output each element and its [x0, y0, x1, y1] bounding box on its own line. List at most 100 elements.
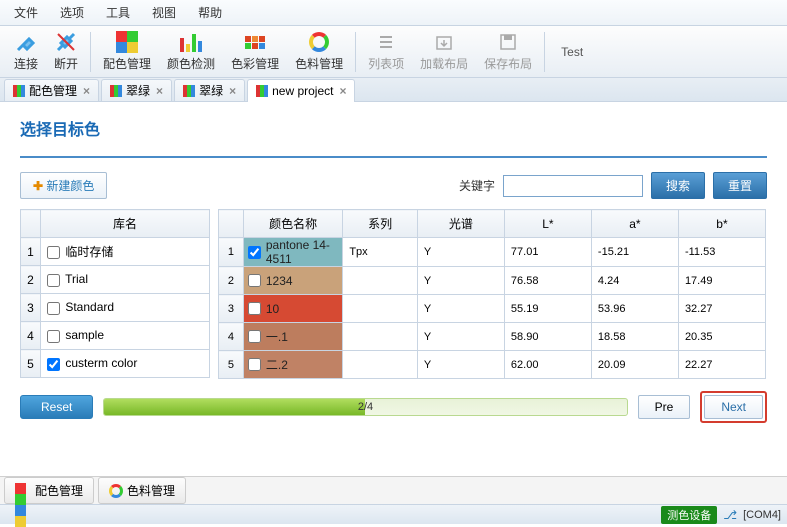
lib-checkbox[interactable] [47, 330, 60, 343]
row-num: 4 [21, 322, 41, 350]
unplug-icon [54, 31, 78, 53]
new-color-label: 新建颜色 [46, 179, 94, 193]
menu-tools[interactable]: 工具 [96, 2, 140, 23]
listitem-button[interactable]: 列表项 [360, 30, 412, 74]
lib-checkbox[interactable] [47, 358, 60, 371]
color-name: 1234 [266, 274, 293, 288]
reset-button[interactable]: Reset [20, 395, 93, 419]
b-cell: 32.27 [678, 295, 765, 323]
table-row[interactable]: 21234Y76.584.2417.49 [219, 267, 766, 295]
disconnect-label: 断开 [54, 55, 78, 72]
lib-cell[interactable]: Trial [41, 266, 210, 294]
footer-tab-inkmanage[interactable]: 色料管理 [98, 477, 186, 504]
grid-icon [243, 32, 267, 53]
table-row[interactable]: 4 sample [21, 322, 210, 350]
connect-button[interactable]: 连接 [6, 30, 46, 74]
close-icon[interactable]: × [156, 84, 163, 98]
tab-label: 翠绿 [126, 82, 150, 99]
content-panel: 选择目标色 ✚ 新建颜色 关键字 搜索 重置 库名 1 临时存储2 Trial3… [0, 102, 787, 476]
menubar: 文件 选项 工具 视图 帮助 [0, 0, 787, 26]
table-row[interactable]: 4一.1Y58.9018.5820.35 [219, 323, 766, 351]
menu-view[interactable]: 视图 [142, 2, 186, 23]
menu-options[interactable]: 选项 [50, 2, 94, 23]
tab[interactable]: 翠绿× [174, 79, 245, 101]
footer-tab-colormatch[interactable]: 配色管理 [4, 477, 94, 504]
color-checkbox[interactable] [248, 302, 261, 315]
row-num: 1 [219, 238, 244, 267]
tab[interactable]: new project× [247, 79, 355, 102]
table-row[interactable]: 310Y55.1953.9632.27 [219, 295, 766, 323]
lib-cell[interactable]: sample [41, 322, 210, 350]
color-table: 颜色名称 系列 光谱 L* a* b* 1pantone 14-4511TpxY… [218, 209, 766, 379]
disconnect-button[interactable]: 断开 [46, 30, 86, 74]
footer-tab-label: 色料管理 [127, 482, 175, 499]
menu-help[interactable]: 帮助 [188, 2, 232, 23]
tab[interactable]: 翠绿 × [101, 79, 172, 101]
table-row[interactable]: 5二.2Y62.0020.0922.27 [219, 351, 766, 379]
lib-cell[interactable]: 临时存储 [41, 238, 210, 266]
tab-icon [110, 85, 122, 97]
statusbar: 测色设备 ⎇ [COM4] [0, 504, 787, 524]
pre-button[interactable]: Pre [638, 395, 691, 419]
palette-icon [15, 483, 31, 499]
next-button-highlight: Next [700, 391, 767, 423]
palette-icon [115, 31, 139, 53]
next-button[interactable]: Next [704, 395, 763, 419]
table-row[interactable]: 1pantone 14-4511TpxY77.01-15.21-11.53 [219, 238, 766, 267]
tab[interactable]: 配色管理× [4, 79, 99, 101]
table-row[interactable]: 3 Standard [21, 294, 210, 322]
savelayout-label: 保存布局 [484, 55, 532, 72]
row-num: 2 [21, 266, 41, 294]
reset-filter-button[interactable]: 重置 [713, 172, 767, 199]
close-icon[interactable]: × [229, 84, 236, 98]
ring-icon [307, 32, 331, 53]
row-num: 3 [21, 294, 41, 322]
spectrum-cell: Y [417, 267, 504, 295]
detect-button[interactable]: 颜色检测 [159, 30, 223, 74]
color-name-cell[interactable]: 二.2 [243, 351, 342, 379]
l-cell: 58.90 [504, 323, 591, 351]
color-name-cell[interactable]: pantone 14-4511 [243, 238, 342, 267]
new-color-button[interactable]: ✚ 新建颜色 [20, 172, 107, 199]
color-checkbox[interactable] [248, 358, 261, 371]
keyword-input[interactable] [503, 175, 643, 197]
color-name-cell[interactable]: 10 [243, 295, 342, 323]
lib-checkbox[interactable] [47, 274, 60, 287]
colormanage-button[interactable]: 色彩管理 [223, 30, 287, 74]
lib-checkbox[interactable] [47, 302, 60, 315]
color-checkbox[interactable] [248, 274, 261, 287]
menu-file[interactable]: 文件 [4, 2, 48, 23]
inkmanage-button[interactable]: 色料管理 [287, 30, 351, 74]
table-row[interactable]: 2 Trial [21, 266, 210, 294]
separator-icon [355, 32, 356, 72]
lib-checkbox[interactable] [47, 246, 60, 259]
a-cell: 53.96 [591, 295, 678, 323]
connect-label: 连接 [14, 55, 38, 72]
a-cell: -15.21 [591, 238, 678, 267]
page-title: 选择目标色 [20, 116, 767, 140]
color-checkbox[interactable] [248, 246, 261, 259]
lib-cell[interactable]: Standard [41, 294, 210, 322]
progress-bar: 2/4 [103, 398, 627, 416]
colormatch-button[interactable]: 配色管理 [95, 30, 159, 74]
tab-icon [183, 85, 195, 97]
color-name-cell[interactable]: 一.1 [243, 323, 342, 351]
search-button[interactable]: 搜索 [651, 172, 705, 199]
l-cell: 55.19 [504, 295, 591, 323]
table-row[interactable]: 1 临时存储 [21, 238, 210, 266]
loadlayout-label: 加载布局 [420, 55, 468, 72]
loadlayout-button[interactable]: 加载布局 [412, 30, 476, 74]
color-checkbox[interactable] [248, 330, 261, 343]
close-icon[interactable]: × [83, 84, 90, 98]
lib-cell[interactable]: custerm color [41, 350, 210, 378]
a-cell: 18.58 [591, 323, 678, 351]
test-label[interactable]: Test [549, 45, 595, 59]
table-row[interactable]: 5 custerm color [21, 350, 210, 378]
row-num: 5 [219, 351, 244, 379]
series-cell [343, 295, 418, 323]
bottom-controls: Reset 2/4 Pre Next [20, 391, 767, 423]
color-name-cell[interactable]: 1234 [243, 267, 342, 295]
savelayout-button[interactable]: 保存布局 [476, 30, 540, 74]
close-icon[interactable]: × [339, 84, 346, 98]
l-cell: 62.00 [504, 351, 591, 379]
